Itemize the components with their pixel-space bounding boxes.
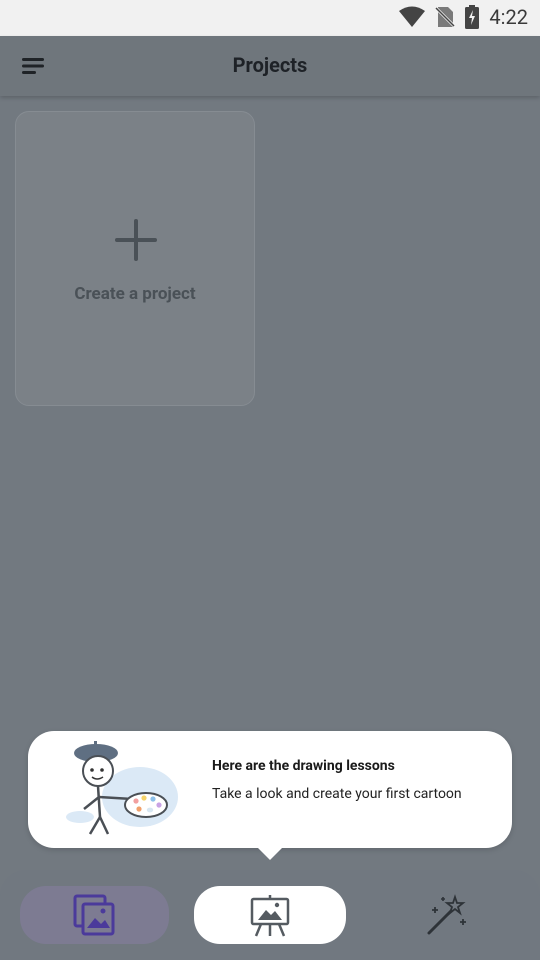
lessons-tooltip[interactable]: Here are the drawing lessons Take a look… — [28, 731, 512, 848]
create-project-label: Create a project — [74, 284, 196, 304]
wifi-icon — [399, 6, 426, 27]
battery-charging-icon — [465, 5, 480, 29]
tab-gallery[interactable] — [20, 886, 169, 944]
gallery-icon — [73, 894, 114, 936]
app-bar: Projects — [0, 36, 540, 96]
no-sim-icon — [435, 6, 456, 28]
easel-icon — [250, 895, 290, 937]
status-bar: 4:22 — [0, 0, 540, 36]
tab-magic[interactable] — [372, 886, 521, 944]
bottom-nav — [0, 870, 540, 960]
tooltip-arrow — [256, 846, 284, 860]
tooltip-text: Take a look and create your first cartoo… — [212, 786, 462, 802]
page-title: Projects — [232, 53, 308, 77]
status-icons: 4:22 — [399, 5, 528, 29]
status-time: 4:22 — [489, 5, 528, 29]
tab-lessons[interactable] — [194, 886, 346, 944]
create-project-card[interactable]: Create a project — [15, 111, 255, 406]
tooltip-title: Here are the drawing lessons — [212, 758, 395, 774]
artist-illustration — [66, 741, 178, 835]
magic-wand-icon — [427, 894, 466, 935]
plus-icon — [115, 219, 157, 261]
